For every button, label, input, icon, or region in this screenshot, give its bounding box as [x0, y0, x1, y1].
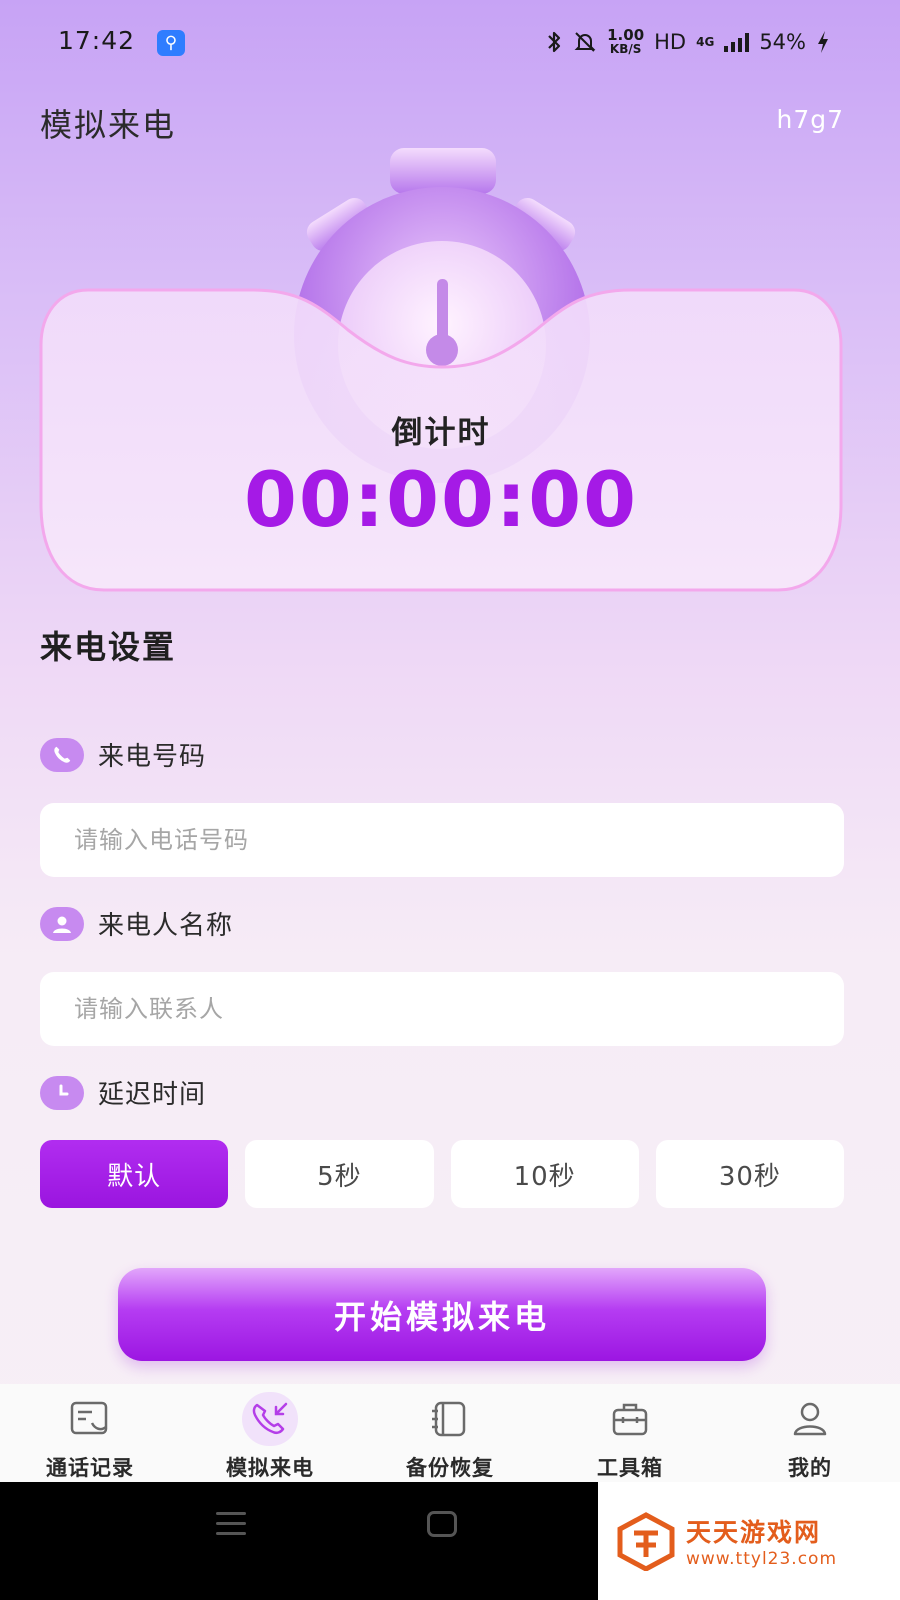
- delay-options: 默认 5秒 10秒 30秒: [40, 1140, 844, 1208]
- countdown-label: 倒计时: [391, 415, 491, 451]
- page-title: 模拟来电: [40, 106, 177, 144]
- nav-label-profile: 我的: [788, 1456, 832, 1480]
- phone-label: 来电号码: [40, 736, 206, 773]
- nav-label-simulate-call: 模拟来电: [226, 1456, 314, 1480]
- countdown-time: 00:00:00: [243, 455, 639, 544]
- delay-option-10s[interactable]: 10秒: [450, 1140, 639, 1208]
- nav-item-toolbox[interactable]: 工具箱: [540, 1384, 720, 1482]
- nav-item-profile[interactable]: 我的: [720, 1384, 900, 1482]
- usb-icon: ⚲: [157, 30, 185, 56]
- nav-item-backup[interactable]: 备份恢复: [360, 1384, 540, 1482]
- phone-label-text: 来电号码: [98, 742, 207, 772]
- caller-name-label: 来电人名称: [40, 905, 233, 942]
- phone-icon: [40, 737, 84, 772]
- start-simulated-call-button[interactable]: 开始模拟来电: [118, 1268, 766, 1361]
- bottom-nav: 通话记录 模拟来电 备份恢复 工具箱 我的: [0, 1384, 900, 1482]
- nav-item-call-log[interactable]: 通话记录: [0, 1384, 180, 1482]
- mute-bell-icon: [574, 31, 596, 52]
- caller-name-input[interactable]: [40, 972, 844, 1046]
- phone-input[interactable]: [40, 803, 844, 877]
- charging-icon: [818, 30, 828, 53]
- nav-label-backup: 备份恢复: [406, 1456, 494, 1480]
- status-bar: 17:42 ⚲ 1.00 KB/S HD 4G 54%: [0, 0, 900, 88]
- nav-item-simulate-call[interactable]: 模拟来电: [180, 1384, 360, 1482]
- backup-restore-icon: [422, 1392, 478, 1446]
- watermark-title: 天天游戏网: [686, 1518, 822, 1547]
- speed-unit: KB/S: [609, 42, 642, 56]
- system-nav-bar: 天天游戏网 www.ttyl23.com: [0, 1482, 900, 1600]
- bluetooth-icon: [548, 31, 561, 52]
- recent-apps-icon[interactable]: [216, 1512, 246, 1542]
- delay-label-text: 延迟时间: [98, 1080, 207, 1110]
- watermark-url: www.ttyl23.com: [686, 1549, 838, 1569]
- signal-icon: [724, 32, 750, 52]
- network-type: 4G: [696, 34, 715, 49]
- call-log-icon: [62, 1392, 118, 1446]
- delay-label: 延迟时间: [40, 1074, 206, 1111]
- delay-option-5s[interactable]: 5秒: [245, 1140, 434, 1208]
- nav-label-call-log: 通话记录: [46, 1456, 134, 1480]
- incoming-call-icon: [242, 1392, 298, 1446]
- hd-indicator: HD: [654, 29, 687, 54]
- person-icon: [40, 906, 84, 941]
- clock-icon: [40, 1075, 84, 1110]
- nav-label-toolbox: 工具箱: [597, 1456, 663, 1480]
- watermark-logo-icon: [617, 1512, 675, 1571]
- speed-value: 1.00: [607, 26, 645, 44]
- corner-code: h7g7: [776, 105, 844, 134]
- delay-option-30s[interactable]: 30秒: [655, 1140, 844, 1208]
- home-icon[interactable]: [427, 1511, 457, 1537]
- profile-icon: [782, 1392, 838, 1446]
- status-indicators: 1.00 KB/S HD 4G 54%: [545, 28, 830, 55]
- section-title: 来电设置: [40, 628, 177, 666]
- battery-level: 54%: [759, 29, 806, 54]
- countdown-card: 倒计时 00:00:00: [38, 145, 844, 595]
- network-speed: 1.00 KB/S: [607, 26, 645, 56]
- watermark: 天天游戏网 www.ttyl23.com: [598, 1482, 900, 1600]
- status-time: 17:42: [58, 26, 136, 55]
- toolbox-icon: [602, 1392, 658, 1446]
- delay-option-default[interactable]: 默认: [40, 1140, 229, 1208]
- caller-name-label-text: 来电人名称: [98, 911, 234, 941]
